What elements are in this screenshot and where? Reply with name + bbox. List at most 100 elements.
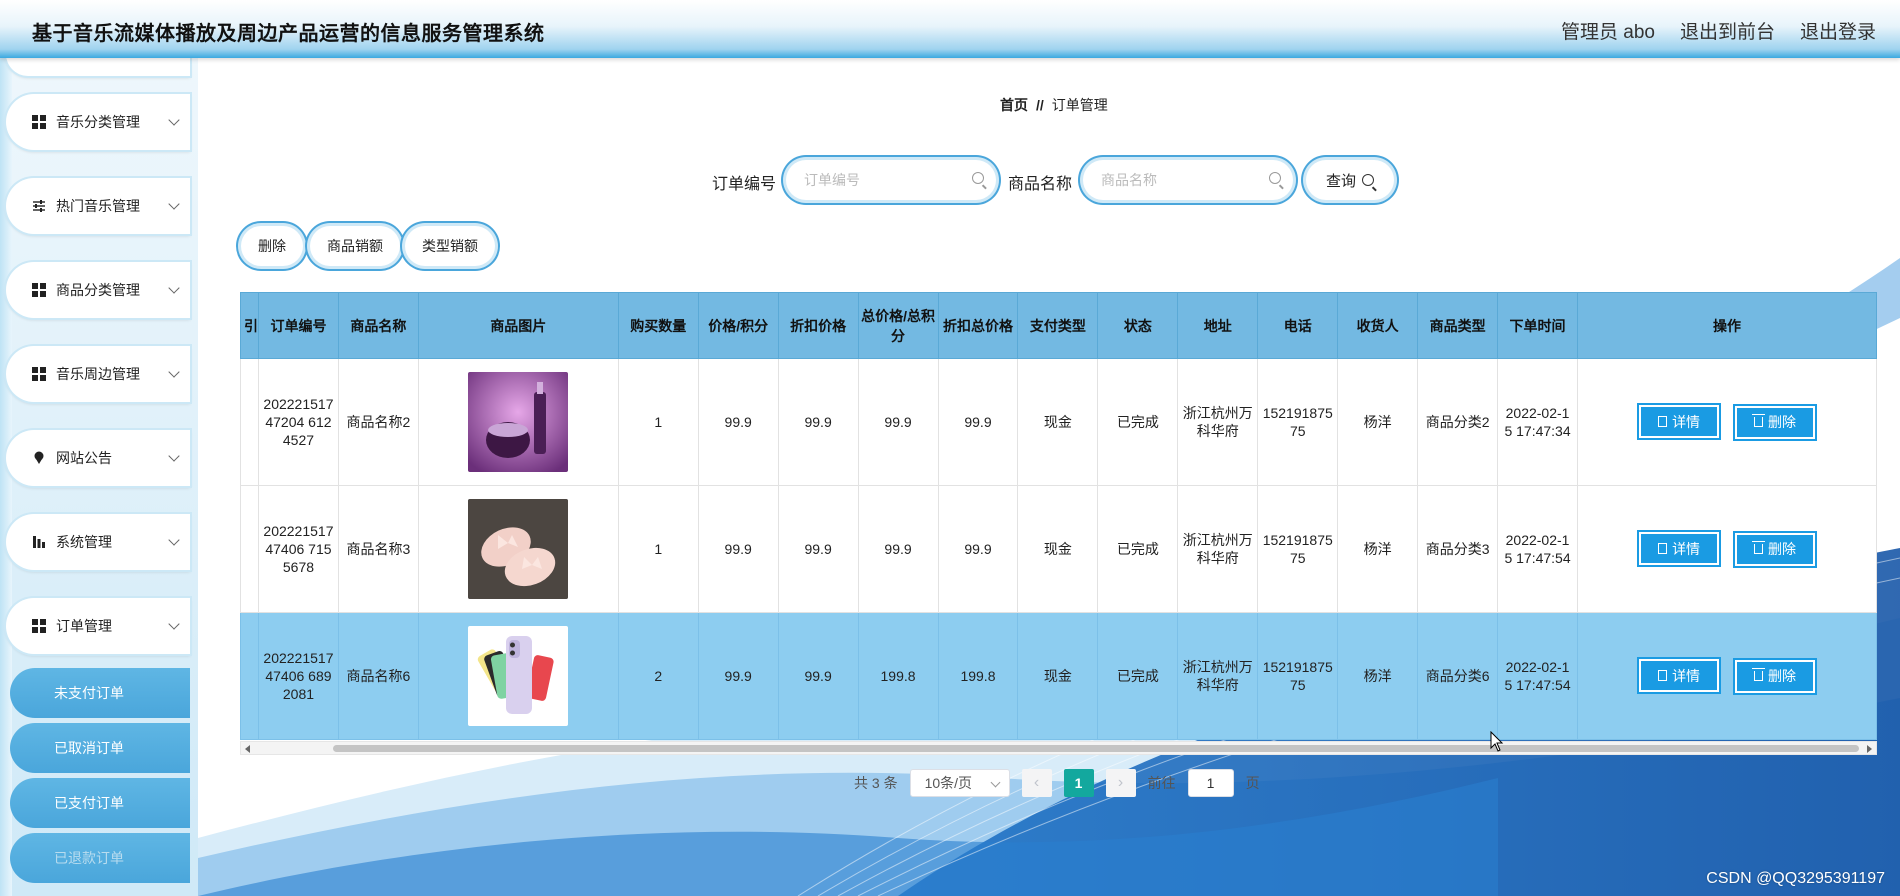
breadcrumb-home[interactable]: 首页 bbox=[1000, 97, 1028, 113]
prev-page-button[interactable]: ‹ bbox=[1021, 769, 1052, 797]
sidebar-item-music-category[interactable]: 音乐分类管理 bbox=[6, 94, 190, 150]
cell-time: 2022-02-15 17:47:54 bbox=[1497, 612, 1579, 740]
col-header: 下单时间 bbox=[1497, 292, 1579, 359]
delete-label: 删除 bbox=[1767, 414, 1796, 431]
cell-discount-total: 199.8 bbox=[937, 612, 1019, 740]
sidebar-item-hot-music[interactable]: 热门音乐管理 bbox=[6, 178, 190, 234]
chevron-down-icon bbox=[168, 282, 180, 294]
row-select-cell[interactable] bbox=[240, 612, 259, 740]
order-no-input-wrap bbox=[786, 160, 996, 200]
cell-status: 已完成 bbox=[1097, 358, 1179, 486]
sidebar-item-label: 订单管理 bbox=[56, 618, 112, 634]
goto-page-input[interactable]: 1 bbox=[1187, 769, 1234, 797]
table-row-highlighted[interactable]: 20222151747406 6892081 商品名称6 2 99.9 99.9… bbox=[240, 612, 1877, 740]
product-image-shoes[interactable] bbox=[468, 499, 569, 599]
document-icon bbox=[1658, 543, 1668, 555]
sidebar-item-announcement[interactable]: 网站公告 bbox=[6, 430, 190, 486]
chart-icon bbox=[32, 535, 46, 549]
sidebar-sub-paid[interactable]: 已支付订单 bbox=[10, 778, 190, 828]
col-header: 总价格/总积分 bbox=[857, 292, 939, 359]
delete-button[interactable]: 删除 bbox=[1734, 405, 1815, 439]
delete-button[interactable]: 删除 bbox=[1734, 532, 1815, 566]
chevron-down-icon bbox=[168, 534, 180, 546]
goto-prefix: 前往 bbox=[1147, 775, 1176, 791]
order-no-input[interactable] bbox=[804, 172, 964, 188]
trash-icon bbox=[1751, 414, 1765, 428]
table-horizontal-scrollbar[interactable] bbox=[240, 741, 1877, 755]
sidebar-item-orders[interactable]: 订单管理 bbox=[6, 598, 190, 654]
sidebar-item-label: 热门音乐管理 bbox=[56, 198, 140, 214]
next-page-button[interactable]: › bbox=[1105, 769, 1136, 797]
chevron-down-icon bbox=[168, 366, 180, 378]
delete-button[interactable]: 删除 bbox=[1734, 659, 1815, 693]
product-image-phone[interactable] bbox=[468, 626, 569, 726]
sidebar-strip bbox=[0, 58, 12, 896]
detail-button[interactable]: 详情 bbox=[1639, 405, 1720, 439]
sidebar-sub-cancelled[interactable]: 已取消订单 bbox=[10, 723, 190, 773]
scroll-right-arrow-icon[interactable] bbox=[1867, 745, 1872, 753]
cell-qty: 1 bbox=[617, 485, 699, 613]
scroll-left-arrow-icon[interactable] bbox=[245, 745, 250, 753]
cell-actions: 详情 删除 bbox=[1577, 612, 1877, 740]
type-sales-button[interactable]: 类型销额 bbox=[405, 226, 495, 266]
cell-total: 199.8 bbox=[857, 612, 939, 740]
detail-button[interactable]: 详情 bbox=[1639, 532, 1720, 566]
cell-order-no: 20222151747406 7155678 bbox=[257, 485, 339, 613]
col-header: 商品名称 bbox=[337, 292, 419, 359]
cell-receiver: 杨洋 bbox=[1337, 485, 1419, 613]
header-links: 管理员 abo 退出到前台 退出登录 bbox=[1561, 17, 1876, 44]
sidebar-item-system[interactable]: 系统管理 bbox=[6, 514, 190, 570]
cell-product-image bbox=[417, 485, 619, 613]
table-header-row: 引 订单编号 商品名称 商品图片 购买数量 价格/积分 折扣价格 总价格/总积分… bbox=[240, 292, 1877, 359]
pager-total: 共 3 条 bbox=[854, 775, 898, 791]
scrollbar-thumb[interactable] bbox=[333, 745, 1859, 752]
cell-qty: 2 bbox=[617, 612, 699, 740]
cell-receiver: 杨洋 bbox=[1337, 358, 1419, 486]
cell-order-no: 20222151747406 6892081 bbox=[257, 612, 339, 740]
cell-discount-total: 99.9 bbox=[937, 358, 1019, 486]
order-no-label: 订单编号 bbox=[712, 176, 777, 193]
cell-receiver: 杨洋 bbox=[1337, 612, 1419, 740]
sidebar-sub-refunded[interactable]: 已退款订单 bbox=[10, 833, 190, 883]
cell-product-image bbox=[417, 358, 619, 486]
breadcrumb: 首页 // 订单管理 bbox=[1000, 95, 1108, 115]
sidebar-item-product-category[interactable]: 商品分类管理 bbox=[6, 262, 190, 318]
sidebar-item-label: 音乐周边管理 bbox=[56, 366, 140, 382]
row-select-cell[interactable] bbox=[240, 485, 259, 613]
page-size-select[interactable]: 10条/页 bbox=[909, 769, 1010, 797]
mouse-cursor-icon bbox=[1490, 731, 1504, 752]
logout-link[interactable]: 退出登录 bbox=[1800, 17, 1876, 44]
cell-status: 已完成 bbox=[1097, 485, 1179, 613]
query-button[interactable]: 查询 bbox=[1306, 160, 1394, 200]
table-row[interactable]: 20222151747406 7155678 商品名称3 1 99.9 99.9… bbox=[240, 485, 1877, 613]
grid-icon bbox=[32, 283, 46, 297]
query-label: 查询 bbox=[1325, 172, 1356, 190]
cell-product-image bbox=[417, 612, 619, 740]
sidebar-item-label: 系统管理 bbox=[56, 534, 112, 550]
cell-phone: 15219187575 bbox=[1257, 485, 1339, 613]
product-name-input[interactable] bbox=[1101, 172, 1261, 188]
product-sales-button[interactable]: 商品销额 bbox=[310, 226, 400, 266]
to-front-link[interactable]: 退出到前台 bbox=[1680, 17, 1775, 44]
table-row[interactable]: 20222151747204 6124527 商品名称2 1 99.9 99.9… bbox=[240, 358, 1877, 486]
detail-label: 详情 bbox=[1672, 413, 1701, 430]
detail-label: 详情 bbox=[1672, 667, 1701, 684]
search-icon bbox=[1362, 174, 1374, 186]
col-header: 价格/积分 bbox=[697, 292, 779, 359]
row-select-cell[interactable] bbox=[240, 358, 259, 486]
breadcrumb-separator: // bbox=[1036, 97, 1044, 113]
cell-discount: 99.9 bbox=[777, 358, 859, 486]
current-page-button[interactable]: 1 bbox=[1063, 769, 1094, 797]
document-icon bbox=[1658, 670, 1668, 682]
col-header: 折扣价格 bbox=[777, 292, 859, 359]
detail-button[interactable]: 详情 bbox=[1639, 659, 1720, 693]
top-header: 基于音乐流媒体播放及周边产品运营的信息服务管理系统 管理员 abo 退出到前台 … bbox=[0, 0, 1900, 58]
col-header: 支付类型 bbox=[1017, 292, 1099, 359]
trash-icon bbox=[1751, 541, 1765, 555]
sidebar-sub-unpaid[interactable]: 未支付订单 bbox=[10, 668, 190, 718]
sidebar-item-music-merch[interactable]: 音乐周边管理 bbox=[6, 346, 190, 402]
cell-address: 浙江杭州万科华府 bbox=[1177, 485, 1259, 613]
batch-delete-button[interactable]: 删除 bbox=[241, 226, 303, 266]
cell-phone: 15219187575 bbox=[1257, 358, 1339, 486]
product-image-cosmetics[interactable] bbox=[468, 372, 569, 472]
